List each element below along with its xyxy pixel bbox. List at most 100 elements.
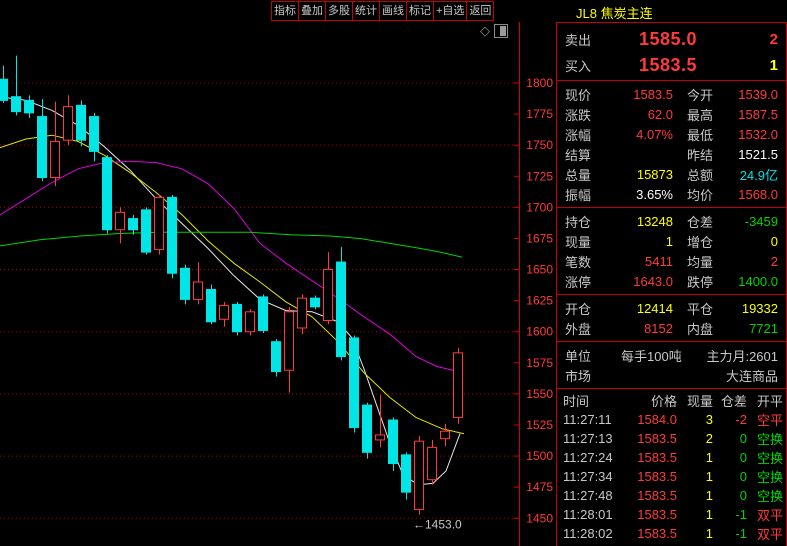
tick-row[interactable]: 11:28:02 1583.5 1 -1 双平 (557, 524, 786, 543)
diamond-marker-icon[interactable]: ◇ (480, 24, 490, 38)
tick-price: 1583.5 (637, 488, 677, 503)
bid-ask-row[interactable]: 卖出 1585.0 2 (557, 26, 786, 52)
half-filled-square-icon[interactable] (494, 24, 508, 38)
toolbar-button-5[interactable]: 画线 (379, 1, 407, 21)
tick-col-header: 开平 (756, 394, 783, 409)
y-axis-label: 1650 (526, 263, 553, 277)
candle-body-up (154, 196, 164, 251)
y-axis-label: 1775 (526, 107, 553, 121)
quote-value: 13248 (636, 213, 673, 229)
tick-time: 11:28:01 (563, 507, 613, 522)
tick-price: 1583.5 (637, 507, 677, 522)
tick-row[interactable]: 11:27:48 1583.5 1 0 空换 (557, 486, 786, 505)
quote-label: 涨跌 (565, 107, 592, 123)
quote-value: 62.0 (647, 106, 673, 122)
candle-body-up (323, 269, 333, 322)
candle-body-down (102, 157, 112, 231)
candle-body-up (427, 446, 437, 481)
MA-longest-green-line (0, 231, 463, 258)
candle-body-up (63, 106, 73, 141)
quote-value: -3459 (744, 213, 778, 229)
quote-value: 1643.0 (633, 273, 673, 289)
candle-body-down (362, 404, 372, 453)
y-axis-label: 1725 (526, 169, 553, 183)
tick-col-header: 时间 (563, 394, 590, 409)
tick-row[interactable]: 11:27:24 1583.5 1 0 空换 (557, 448, 786, 467)
candle-body-up (453, 352, 463, 419)
toolbar-button-4[interactable]: 统计 (352, 1, 380, 21)
chart-canvas[interactable]: 1800 1775 1750 1725 1700 1675 1650 1625 1600 1575… (0, 22, 556, 546)
quote-value: 19332 (741, 300, 778, 316)
candle-body-up (440, 430, 450, 440)
quote-label: 总额 (687, 167, 714, 183)
candle-body-up (297, 297, 307, 329)
bid-ask-row[interactable]: 买入 1583.5 1 (557, 52, 786, 78)
tick-row[interactable]: 11:27:34 1583.5 1 0 空换 (557, 467, 786, 486)
tick-row[interactable]: 11:28:01 1583.5 1 -1 双平 (557, 505, 786, 524)
candle-body-up (414, 440, 424, 511)
bid-ask-label: 卖出 (565, 32, 592, 48)
tick-oi-change: 0 (739, 431, 747, 446)
quote-value: 3.65% (636, 186, 673, 202)
tick-open-close: 空换 (756, 432, 783, 447)
y-axis-label: 1675 (526, 231, 553, 245)
toolbar-button-1[interactable]: 指标 (271, 1, 299, 21)
quote-value: 1521.5 (738, 146, 778, 162)
y-axis-label: 1575 (526, 356, 553, 370)
toolbar-button-3[interactable]: 多股 (325, 1, 353, 21)
tick-table[interactable]: 时间 价格 现量 仓差 开平 11:27:11 1584.0 3 -2 空平 11:27:13 15… (557, 388, 786, 543)
info-value: 每手100吨 (621, 348, 682, 364)
quote-value: 1587.5 (738, 106, 778, 122)
info-row: 单位 每手100吨 主力月:2601 (557, 345, 786, 365)
quote-sections: 现价 1583.5 今开 1539.0 涨跌 62.0 最高 1587.5 涨幅 4.07% 最低 1… (557, 80, 786, 341)
candle-body-down (37, 116, 47, 179)
toolbar-button-2[interactable]: 叠加 (298, 1, 326, 21)
tick-row[interactable]: 11:27:11 1584.0 3 -2 空平 (557, 410, 786, 429)
quote-row: 涨跌 62.0 最高 1587.5 (557, 104, 786, 124)
quote-value: 1400.0 (738, 273, 778, 289)
y-axis-label: 1700 (526, 200, 553, 214)
quote-label: 平仓 (687, 301, 714, 317)
candle-body-down (271, 341, 281, 373)
tick-time: 11:28:02 (563, 526, 613, 541)
candle-body-down (76, 104, 86, 141)
contract-title: JL8 焦炭主连 (576, 6, 653, 21)
quote-row: 振幅 3.65% 均价 1568.0 (557, 184, 786, 204)
candle-body-down (349, 337, 359, 428)
quote-value: 12414 (636, 300, 673, 316)
tick-volume: 3 (705, 412, 713, 427)
quote-value: 4.07% (636, 126, 673, 142)
quote-label: 持仓 (565, 214, 592, 230)
tick-time: 11:27:11 (563, 412, 612, 427)
tick-open-close: 双平 (756, 527, 783, 542)
y-axis-label: 1500 (526, 449, 553, 463)
tick-row[interactable]: 11:27:13 1583.5 2 0 空换 (557, 429, 786, 448)
tick-oi-change: 0 (739, 488, 747, 503)
candle-body-down (258, 296, 268, 331)
candle-body-down (336, 261, 346, 358)
y-axis-label: 1600 (526, 325, 553, 339)
tick-oi-change: -1 (735, 526, 747, 541)
MA-long-magenta-line (0, 160, 459, 372)
quote-label: 涨幅 (565, 127, 592, 143)
quote-label: 跌停 (687, 274, 714, 290)
toolbar-button-7[interactable]: +自选 (433, 1, 468, 21)
tick-oi-change: -1 (735, 507, 747, 522)
candle-body-down (89, 116, 99, 152)
quote-value: 7721 (749, 320, 778, 336)
quote-label: 涨停 (565, 274, 592, 290)
contract-info-section: 单位 每手100吨 主力月:2601 市场 大连商品 (557, 341, 786, 388)
toolbar-button-8[interactable]: 返回 (466, 1, 495, 21)
info-label: 市场 (565, 368, 592, 384)
toolbar-button-6[interactable]: 标记 (406, 1, 434, 21)
tick-volume: 1 (705, 450, 713, 465)
y-axis-label: 1450 (526, 511, 553, 525)
bid-ask-price: 1585.0 (638, 28, 697, 49)
tick-volume: 1 (705, 526, 713, 541)
tick-table-header: 时间 价格 现量 仓差 开平 (557, 391, 786, 410)
quote-label: 振幅 (565, 187, 592, 203)
tick-col-header: 现量 (686, 394, 713, 409)
candlestick-chart[interactable]: 1800 1775 1750 1725 1700 1675 1650 1625 1600 1575… (0, 22, 556, 546)
bid-ask-qty: 1 (769, 56, 778, 74)
MA-mid-yellow-line (0, 134, 465, 435)
